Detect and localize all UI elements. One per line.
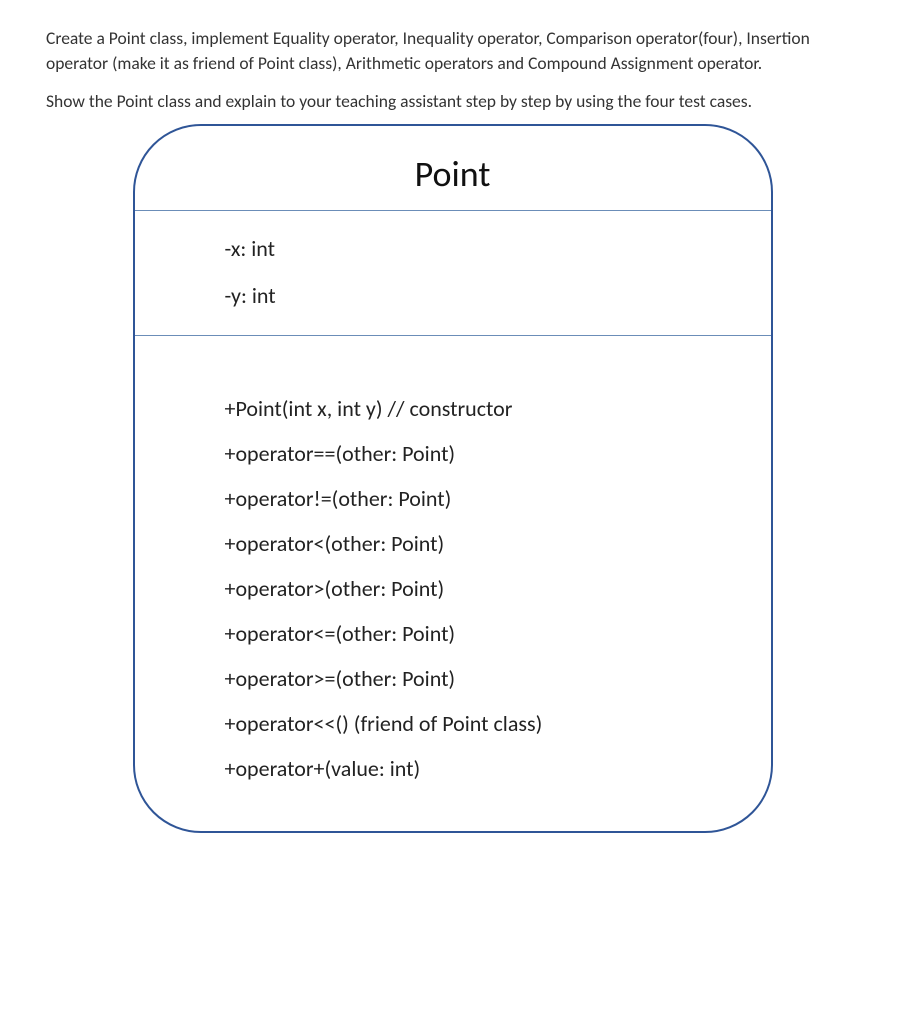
uml-method: +operator<=(other: Point) xyxy=(225,611,771,656)
uml-attribute: -y: int xyxy=(225,272,771,319)
uml-attribute: -x: int xyxy=(225,225,771,272)
intro-paragraph-1: Create a Point class, implement Equality… xyxy=(46,26,859,75)
intro-text: Create a Point class, implement Equality… xyxy=(46,26,859,114)
uml-diagram-wrap: Point -x: int -y: int +Point(int x, int … xyxy=(46,124,859,833)
page: Create a Point class, implement Equality… xyxy=(0,0,905,1024)
intro-paragraph-2: Show the Point class and explain to your… xyxy=(46,89,859,114)
uml-methods-section: +Point(int x, int y) // constructor +ope… xyxy=(135,336,771,791)
uml-attributes-section: -x: int -y: int xyxy=(135,211,771,335)
uml-method: +operator!=(other: Point) xyxy=(225,476,771,521)
uml-method: +Point(int x, int y) // constructor xyxy=(225,386,771,431)
uml-method: +operator<<() (friend of Point class) xyxy=(225,701,771,746)
uml-method: +operator>=(other: Point) xyxy=(225,656,771,701)
uml-class-title: Point xyxy=(135,146,771,210)
uml-method: +operator+(value: int) xyxy=(225,746,771,791)
uml-class-box: Point -x: int -y: int +Point(int x, int … xyxy=(133,124,773,833)
uml-method: +operator>(other: Point) xyxy=(225,566,771,611)
uml-method: +operator<(other: Point) xyxy=(225,521,771,566)
uml-method: +operator==(other: Point) xyxy=(225,431,771,476)
